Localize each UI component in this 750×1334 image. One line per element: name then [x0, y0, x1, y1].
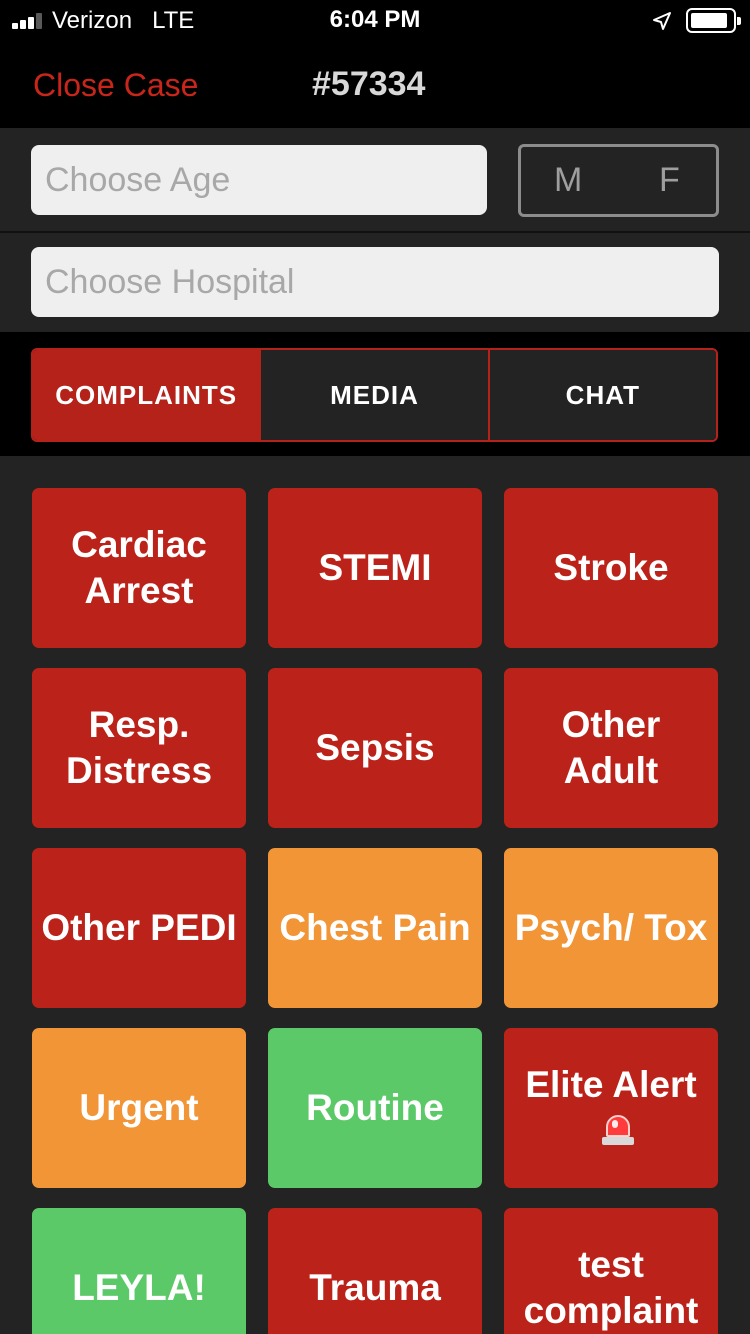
- complaint-label: Sepsis: [315, 727, 435, 768]
- age-field[interactable]: Choose Age: [31, 145, 487, 215]
- complaint-tile-elite-alert[interactable]: Elite Alert: [504, 1028, 718, 1188]
- complaint-label: Other Adult: [561, 704, 661, 791]
- location-arrow-icon: [653, 12, 671, 30]
- complaint-tile-resp-distress[interactable]: Resp. Distress: [32, 668, 246, 828]
- status-bar: Verizon LTE 6:04 PM: [0, 0, 750, 40]
- complaint-grid: Cardiac Arrest STEMI Stroke Resp. Distre…: [0, 456, 750, 1334]
- complaint-tile-stemi[interactable]: STEMI: [268, 488, 482, 648]
- complaint-tile-stroke[interactable]: Stroke: [504, 488, 718, 648]
- sex-option-m[interactable]: M: [554, 161, 582, 200]
- complaint-label: Chest Pain: [279, 907, 471, 948]
- complaint-label: Other PEDI: [41, 907, 237, 948]
- complaint-label: STEMI: [318, 547, 432, 588]
- battery-icon: [686, 8, 741, 33]
- complaint-tile-other-pedi[interactable]: Other PEDI: [32, 848, 246, 1008]
- tab-complaints[interactable]: COMPLAINTS: [33, 350, 260, 440]
- complaint-tile-test-complaint[interactable]: test complaint: [504, 1208, 718, 1334]
- complaint-label: Stroke: [553, 547, 669, 588]
- complaint-tile-sepsis[interactable]: Sepsis: [268, 668, 482, 828]
- close-case-button[interactable]: Close Case: [33, 67, 198, 104]
- complaint-tile-chest-pain[interactable]: Chest Pain: [268, 848, 482, 1008]
- complaint-tile-other-adult[interactable]: Other Adult: [504, 668, 718, 828]
- tab-chat[interactable]: CHAT: [487, 350, 716, 440]
- case-number: #57334: [312, 65, 426, 103]
- complaint-label: Routine: [306, 1087, 444, 1128]
- tab-media[interactable]: MEDIA: [259, 350, 488, 440]
- complaint-label: Trauma: [309, 1267, 441, 1308]
- complaint-label: Elite Alert: [512, 1062, 710, 1154]
- complaint-tile-leyla[interactable]: LEYLA!: [32, 1208, 246, 1334]
- sex-toggle[interactable]: M F: [518, 144, 719, 217]
- complaint-label: test complaint: [523, 1244, 699, 1331]
- siren-icon: [602, 1111, 634, 1147]
- complaint-label: LEYLA!: [72, 1267, 206, 1308]
- complaint-tile-psych-tox[interactable]: Psych/ Tox: [504, 848, 718, 1008]
- complaint-label: Psych/ Tox: [514, 907, 708, 948]
- status-time: 6:04 PM: [329, 6, 421, 33]
- complaint-tile-cardiac-arrest[interactable]: Cardiac Arrest: [32, 488, 246, 648]
- case-form: Choose Age M F Choose Hospital: [0, 128, 750, 332]
- nav-bar: Close Case #57334: [0, 40, 750, 128]
- complaint-label-text: Elite Alert: [525, 1064, 697, 1105]
- tab-bar: COMPLAINTS MEDIA CHAT: [0, 332, 750, 456]
- complaint-tile-urgent[interactable]: Urgent: [32, 1028, 246, 1188]
- hospital-field[interactable]: Choose Hospital: [31, 247, 719, 317]
- sex-option-f[interactable]: F: [659, 161, 680, 200]
- complaint-tile-routine[interactable]: Routine: [268, 1028, 482, 1188]
- complaint-label: Urgent: [79, 1087, 199, 1128]
- complaint-tile-trauma[interactable]: Trauma: [268, 1208, 482, 1334]
- segmented-tabs: COMPLAINTS MEDIA CHAT: [31, 348, 718, 442]
- divider: [0, 231, 750, 233]
- complaint-label: Cardiac Arrest: [71, 524, 207, 611]
- complaint-label: Resp. Distress: [65, 704, 213, 791]
